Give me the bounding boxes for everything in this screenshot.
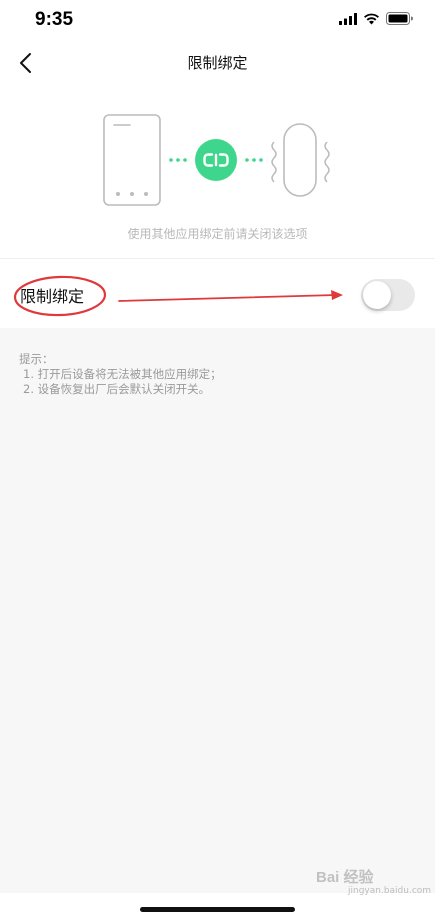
tip-item: 1. 打开后设备将无法被其他应用绑定； xyxy=(23,367,222,381)
signal-icon xyxy=(339,12,357,25)
tips-heading: 提示： xyxy=(19,352,54,366)
status-bar: 9:35 xyxy=(0,0,435,40)
illustration-caption: 使用其他应用绑定前请关闭该选项 xyxy=(127,227,308,241)
home-indicator[interactable] xyxy=(140,907,295,912)
battery-icon xyxy=(386,12,413,25)
watermark: Bai 经验 xyxy=(316,869,374,886)
status-time: 9:35 xyxy=(35,9,74,30)
wifi-icon xyxy=(364,13,379,24)
nav-bar: 限制绑定 xyxy=(0,40,435,86)
right-dots xyxy=(245,158,263,162)
restrict-binding-toggle[interactable] xyxy=(361,279,415,311)
status-icons xyxy=(339,12,413,25)
left-dots xyxy=(169,158,187,162)
phone-icon xyxy=(103,114,161,206)
setting-label: 限制绑定 xyxy=(20,287,85,306)
binding-illustration xyxy=(103,114,330,206)
page-title: 限制绑定 xyxy=(187,54,248,72)
watermark-sub: jingyan.baidu.com xyxy=(348,886,432,896)
toggle-knob xyxy=(363,281,391,309)
tips-section: 提示： 1. 打开后设备将无法被其他应用绑定； 2. 设备恢复出厂后会默认关闭开… xyxy=(19,352,222,397)
bottom-bar xyxy=(0,893,435,920)
tip-item: 2. 设备恢复出厂后会默认关闭开关。 xyxy=(23,382,211,396)
band-icon xyxy=(271,123,330,197)
link-icon xyxy=(195,139,237,181)
